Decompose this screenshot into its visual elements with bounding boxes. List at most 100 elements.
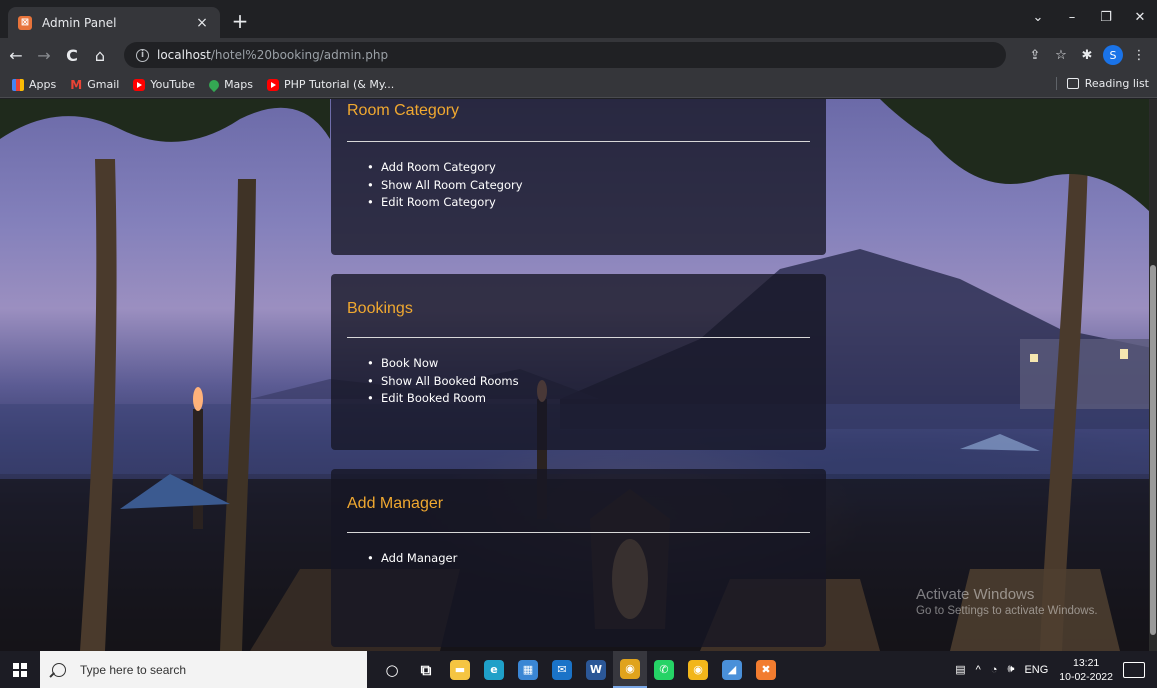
volume-icon[interactable]: 🕪	[1008, 663, 1015, 676]
taskbar-app[interactable]: ◉	[681, 651, 715, 688]
browser-titlebar: ⊠ Admin Panel × + ⌄ – ❐ ✕	[0, 0, 1157, 38]
divider	[347, 141, 810, 142]
bookmark-gmail[interactable]: M Gmail	[70, 78, 119, 91]
scrollbar-thumb[interactable]	[1150, 265, 1156, 635]
watermark-title: Activate Windows	[916, 586, 1035, 603]
reload-button[interactable]: C	[60, 43, 84, 67]
menu-item-edit-booked-room[interactable]: Edit Booked Room	[367, 390, 519, 408]
extensions-icon[interactable]: ✱	[1075, 43, 1099, 67]
file-explorer-icon: ▬	[450, 659, 470, 680]
taskbar-app[interactable]: ◢	[715, 651, 749, 688]
bookings-menu: Book Now Show All Booked Rooms Edit Book…	[367, 355, 519, 408]
tab-search-icon[interactable]: ⌄	[1021, 0, 1055, 34]
clock-time: 13:21	[1073, 656, 1100, 669]
url-path: /hotel%20booking/admin.php	[210, 48, 389, 62]
page-viewport: Room Category Add Room Category Show All…	[0, 99, 1157, 651]
url-text: localhost/hotel%20booking/admin.php	[157, 48, 388, 62]
maps-icon	[206, 77, 222, 92]
bookmark-label: Maps	[224, 78, 254, 91]
profile-avatar[interactable]: S	[1103, 45, 1123, 65]
panel-title: Room Category	[347, 102, 460, 119]
menu-item-show-all-booked-rooms[interactable]: Show All Booked Rooms	[367, 373, 519, 391]
clock[interactable]: 13:21 10-02-2022	[1059, 656, 1113, 684]
bookmark-php-tutorial[interactable]: PHP Tutorial (& My...	[267, 78, 394, 91]
tab-admin-panel[interactable]: ⊠ Admin Panel ×	[8, 7, 220, 38]
apps-icon	[12, 78, 24, 91]
bookmarks-bar: Apps M Gmail YouTube Maps PHP Tutorial (&…	[0, 72, 1157, 98]
toolbar-actions: ⇪ ☆ ✱ S ⋮	[1023, 43, 1151, 67]
manager-menu: Add Manager	[367, 550, 457, 568]
news-icon[interactable]: ▤	[955, 663, 965, 676]
whatsapp-icon: ✆	[654, 659, 674, 680]
minimize-button[interactable]: –	[1055, 0, 1089, 34]
app-icon: ◢	[722, 659, 742, 680]
task-view-icon: ⧉	[420, 660, 432, 679]
windows-logo-icon	[13, 662, 27, 677]
menu-item-book-now[interactable]: Book Now	[367, 355, 519, 373]
taskbar-app[interactable]: ✆	[647, 651, 681, 688]
word-icon: W	[586, 659, 606, 680]
clock-date: 10-02-2022	[1059, 670, 1113, 683]
bookmark-star-icon[interactable]: ☆	[1049, 43, 1073, 67]
taskbar-app[interactable]: ○	[375, 651, 409, 688]
page-scrollbar[interactable]	[1149, 99, 1157, 651]
menu-item-show-all-room-category[interactable]: Show All Room Category	[367, 177, 523, 195]
menu-item-add-manager[interactable]: Add Manager	[367, 550, 457, 568]
windows-taskbar: Type here to search ○ ⧉ ▬ e ▦ ✉ W ◉ ✆ ◉ ◢ ✖ ▤ ^ ◔ 🕪…	[0, 651, 1157, 688]
youtube-icon	[133, 78, 146, 91]
search-placeholder: Type here to search	[80, 662, 187, 677]
taskbar-app[interactable]: W	[579, 651, 613, 688]
home-button[interactable]: ⌂	[88, 43, 112, 67]
tab-close-icon[interactable]: ×	[194, 15, 210, 31]
start-button[interactable]	[0, 651, 40, 688]
system-tray: ▤ ^ ◔ 🕪 ENG 13:21 10-02-2022	[950, 651, 1157, 688]
bookmark-maps[interactable]: Maps	[206, 77, 254, 92]
bookmark-label: YouTube	[150, 78, 196, 91]
taskbar-app[interactable]: ◉	[613, 651, 647, 688]
activate-windows-watermark: Activate Windows Go to Settings to activ…	[916, 586, 1098, 617]
panel-title: Bookings	[347, 300, 413, 317]
menu-item-edit-room-category[interactable]: Edit Room Category	[367, 194, 523, 212]
tab-title: Admin Panel	[42, 15, 117, 30]
chevron-up-icon[interactable]: ^	[976, 664, 981, 676]
taskbar-app[interactable]: ✖	[749, 651, 783, 688]
taskbar-search[interactable]: Type here to search	[40, 651, 367, 688]
taskbar-app[interactable]: e	[477, 651, 511, 688]
forward-button[interactable]: →	[32, 43, 56, 67]
mail-icon: ✉	[552, 659, 572, 680]
bookmark-label: Apps	[29, 78, 57, 91]
search-icon	[52, 662, 66, 677]
notifications-icon[interactable]	[1123, 661, 1145, 678]
room-category-menu: Add Room Category Show All Room Category…	[367, 159, 523, 212]
panel-room-category: Room Category Add Room Category Show All…	[331, 99, 826, 255]
url-host: localhost	[157, 48, 211, 62]
bookmark-label: PHP Tutorial (& My...	[284, 78, 395, 91]
menu-icon[interactable]: ⋮	[1127, 43, 1151, 67]
gmail-icon: M	[70, 77, 83, 92]
edge-icon: e	[484, 659, 504, 680]
reading-list-icon	[1066, 78, 1079, 89]
language-indicator[interactable]: ENG	[1024, 664, 1048, 676]
address-bar[interactable]: i localhost/hotel%20booking/admin.php	[124, 42, 1006, 68]
taskbar-app[interactable]: ▬	[443, 651, 477, 688]
panel-add-manager: Add Manager Add Manager	[331, 469, 826, 647]
maximize-button[interactable]: ❐	[1089, 0, 1123, 34]
bookmark-youtube[interactable]: YouTube	[133, 78, 195, 91]
back-button[interactable]: ←	[4, 43, 28, 67]
reading-list-button[interactable]: Reading list	[1055, 77, 1149, 90]
taskbar-app[interactable]: ▦	[511, 651, 545, 688]
taskbar-apps: ○ ⧉ ▬ e ▦ ✉ W ◉ ✆ ◉ ◢ ✖	[375, 651, 783, 688]
xampp-favicon-icon: ⊠	[18, 15, 32, 30]
site-info-icon[interactable]: i	[136, 48, 149, 62]
youtube-icon	[267, 78, 280, 91]
new-tab-button[interactable]: +	[228, 9, 252, 33]
taskbar-app[interactable]: ✉	[545, 651, 579, 688]
share-icon[interactable]: ⇪	[1023, 43, 1047, 67]
bookmark-apps[interactable]: Apps	[12, 78, 56, 91]
menu-item-add-room-category[interactable]: Add Room Category	[367, 159, 523, 177]
network-icon[interactable]: ◔	[991, 664, 998, 676]
chrome-canary-icon: ◉	[688, 659, 708, 680]
chrome-icon: ◉	[620, 658, 640, 679]
taskbar-app[interactable]: ⧉	[409, 651, 443, 688]
close-window-button[interactable]: ✕	[1123, 0, 1157, 34]
